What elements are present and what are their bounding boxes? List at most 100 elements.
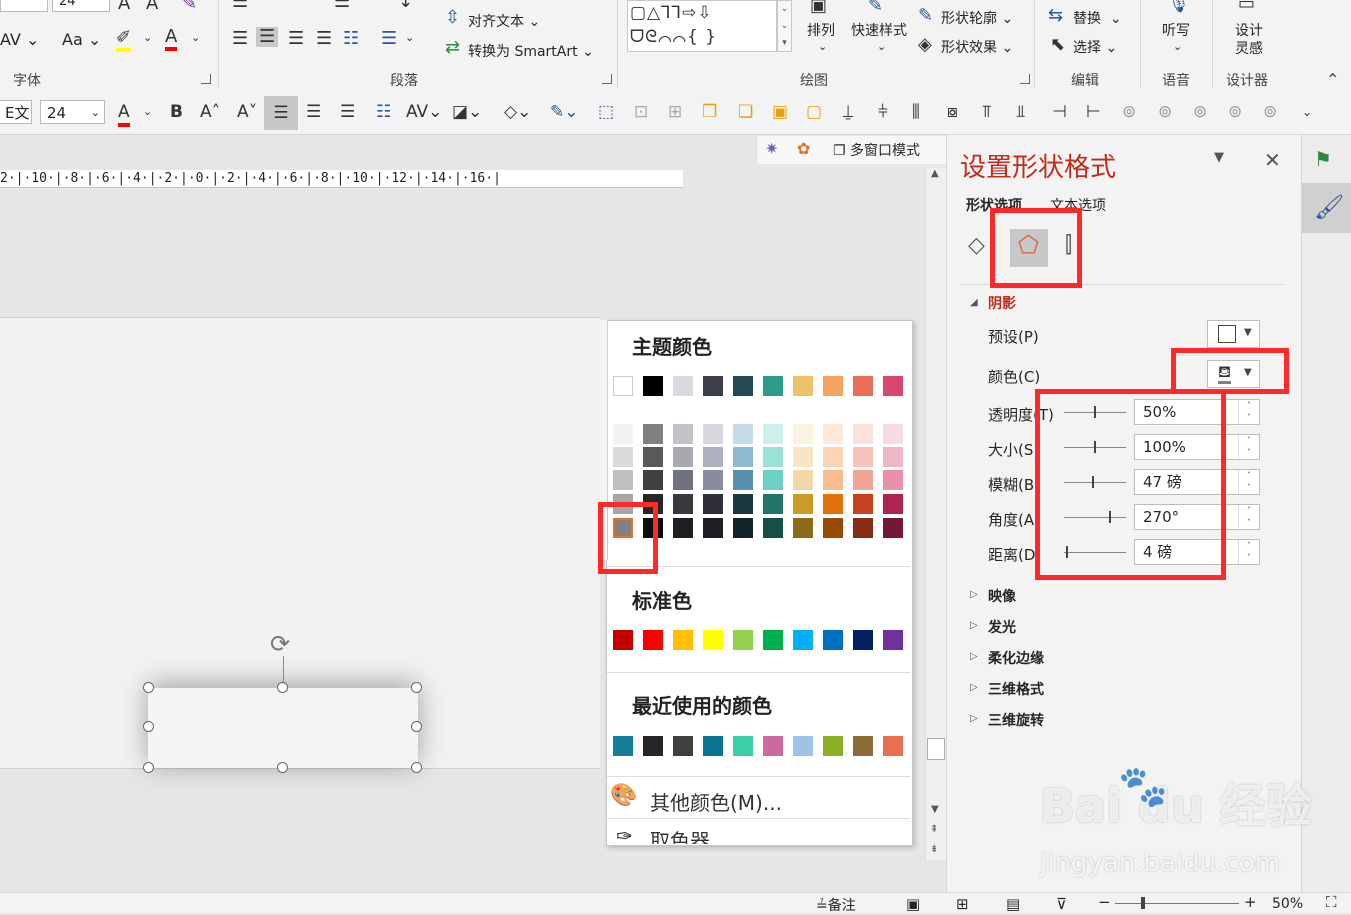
- toolbar-ungroup-icon[interactable]: ⊞: [668, 101, 682, 123]
- dictate-button[interactable]: 听写: [1162, 20, 1190, 40]
- slide-sorter-icon[interactable]: ⊞: [956, 895, 969, 913]
- slideshow-icon[interactable]: ⊽: [1056, 895, 1067, 913]
- theme-shade-swatch[interactable]: [733, 494, 753, 514]
- standard-color-swatch[interactable]: [643, 630, 663, 650]
- spin-arrows-icon[interactable]: ˄ ˅: [1238, 435, 1259, 459]
- toolbar-align-middle-icon[interactable]: ⫩: [878, 101, 888, 123]
- more-colors-item[interactable]: 其他颜色(M)...: [650, 787, 782, 816]
- toolbar-send-backward-icon[interactable]: ❏: [738, 101, 753, 123]
- toolbar-fill-icon[interactable]: ◇⌄: [504, 101, 531, 123]
- toolbar-shapes-icon[interactable]: ◪⌄: [452, 101, 482, 123]
- recent-color-swatch[interactable]: [613, 736, 633, 756]
- columns-icon[interactable]: ☰: [381, 29, 397, 49]
- toolbar-bring-forward-icon[interactable]: ❐: [702, 101, 717, 123]
- align-right-icon[interactable]: ☰: [288, 29, 304, 49]
- fill-line-icon[interactable]: ◇: [968, 233, 985, 258]
- theme-shade-swatch[interactable]: [673, 447, 693, 467]
- format-pane-toggle[interactable]: 🖌: [1302, 183, 1351, 233]
- section-glow[interactable]: 发光: [988, 617, 1016, 637]
- clear-format-icon[interactable]: ✎: [182, 0, 197, 14]
- line-spacing-icon[interactable]: ↕: [398, 0, 413, 12]
- preset-dropdown[interactable]: ▼: [1207, 320, 1260, 348]
- section-reflection[interactable]: 映像: [988, 586, 1016, 606]
- theme-shade-swatch[interactable]: [823, 470, 843, 490]
- toolbar-align-h-center-icon[interactable]: ⍊: [843, 101, 853, 123]
- selected-rectangle-shape[interactable]: [148, 688, 418, 768]
- shape-effects-button[interactable]: 形状效果 ⌄: [941, 37, 1013, 57]
- align-center-icon[interactable]: ☰: [256, 27, 279, 47]
- toolbar-send-back-icon[interactable]: ▢: [806, 101, 822, 123]
- section-soft-edges[interactable]: 柔化边缘: [988, 648, 1044, 668]
- theme-shade-swatch[interactable]: [853, 494, 873, 514]
- theme-shade-swatch[interactable]: [673, 424, 693, 444]
- justify-icon[interactable]: ☰: [316, 29, 332, 49]
- toolbar-merge-subtract-icon[interactable]: ⊚: [1263, 101, 1277, 123]
- theme-shade-swatch[interactable]: [823, 447, 843, 467]
- resize-handle[interactable]: [277, 762, 288, 773]
- rotate-handle-icon[interactable]: ⟳: [270, 630, 290, 658]
- theme-shade-swatch[interactable]: [883, 447, 903, 467]
- standard-color-swatch[interactable]: [703, 630, 723, 650]
- toolbar-justify-icon[interactable]: ☰: [306, 101, 321, 123]
- replace-button[interactable]: 替换 ⌄: [1073, 8, 1122, 28]
- resize-handle[interactable]: [143, 762, 154, 773]
- toolbar-align-left-icon[interactable]: ☰: [340, 101, 355, 123]
- quick-styles-button[interactable]: 快速样式: [851, 20, 907, 40]
- toolbar-outline-icon[interactable]: ✎⌄: [550, 101, 579, 123]
- standard-color-swatch[interactable]: [673, 630, 693, 650]
- resize-handle[interactable]: [411, 721, 422, 732]
- theme-shade-swatch[interactable]: [793, 470, 813, 490]
- theme-shade-swatch[interactable]: [643, 424, 663, 444]
- paragraph-dialog-launcher[interactable]: [602, 74, 612, 84]
- theme-shade-swatch[interactable]: [853, 424, 873, 444]
- standard-color-swatch[interactable]: [823, 630, 843, 650]
- zoom-slider-thumb[interactable]: [1141, 897, 1145, 909]
- resize-handle[interactable]: [411, 682, 422, 693]
- spin-arrows-icon[interactable]: ˄ ˅: [1238, 505, 1259, 529]
- design-ideas-button-line1[interactable]: 设计: [1235, 20, 1263, 40]
- theme-shade-swatch[interactable]: [883, 494, 903, 514]
- bullets-icon[interactable]: ☰: [232, 0, 248, 12]
- fit-slide-icon[interactable]: ⛶: [1326, 893, 1337, 911]
- section-shadow[interactable]: 阴影: [988, 293, 1016, 313]
- grow-font-icon[interactable]: A: [118, 0, 130, 14]
- toolbar-align-center-icon[interactable]: ☰: [264, 96, 298, 130]
- recent-color-swatch[interactable]: [793, 736, 813, 756]
- theme-color-swatch[interactable]: [673, 376, 693, 396]
- recent-color-swatch[interactable]: [763, 736, 783, 756]
- resize-handle[interactable]: [143, 682, 154, 693]
- font-name-combo[interactable]: [0, 0, 48, 12]
- next-slide-icon[interactable]: ⇟: [930, 844, 938, 855]
- align-text-button[interactable]: 对齐文本 ⌄: [468, 11, 540, 31]
- scroll-down-icon[interactable]: ▼: [931, 804, 939, 815]
- design-ideas-button-line2[interactable]: 灵感: [1235, 38, 1263, 58]
- theme-color-swatch[interactable]: [823, 376, 843, 396]
- toolbar-merge-union-icon[interactable]: ⊚: [1122, 101, 1136, 123]
- normal-view-icon[interactable]: ▣: [906, 895, 920, 913]
- toolbar-spacing-icon[interactable]: AV⌄: [406, 101, 442, 123]
- theme-color-swatch[interactable]: [763, 376, 783, 396]
- theme-color-swatch[interactable]: [703, 376, 723, 396]
- font-size-combo[interactable]: 24: [52, 0, 110, 12]
- resize-handle[interactable]: [277, 682, 288, 693]
- spin-arrows-icon[interactable]: ˄ ˅: [1238, 540, 1259, 564]
- collapse-ribbon-icon[interactable]: ⌃: [1326, 70, 1339, 89]
- theme-shade-swatch[interactable]: [763, 447, 783, 467]
- recent-color-swatch[interactable]: [853, 736, 873, 756]
- shrink-font-icon-2[interactable]: A˅: [237, 101, 257, 123]
- section-3d-rotation[interactable]: 三维旋转: [988, 710, 1044, 730]
- theme-shade-swatch[interactable]: [763, 424, 783, 444]
- standard-color-swatch[interactable]: [853, 630, 873, 650]
- standard-color-swatch[interactable]: [733, 630, 753, 650]
- zoom-slider[interactable]: [1115, 897, 1239, 909]
- bold-icon[interactable]: B: [170, 101, 183, 123]
- recent-color-swatch[interactable]: [673, 736, 693, 756]
- change-case-icon[interactable]: Aa ⌄: [62, 30, 101, 49]
- theme-shade-swatch[interactable]: [883, 424, 903, 444]
- theme-shade-swatch[interactable]: [673, 470, 693, 490]
- shrink-font-icon[interactable]: A: [146, 0, 158, 14]
- zoom-in-icon[interactable]: +: [1244, 893, 1257, 911]
- prev-slide-icon[interactable]: ⇞: [930, 824, 938, 835]
- toolbar-font-color-dropdown-icon[interactable]: ⌄: [143, 101, 152, 123]
- indent-icon[interactable]: ☰: [334, 0, 350, 12]
